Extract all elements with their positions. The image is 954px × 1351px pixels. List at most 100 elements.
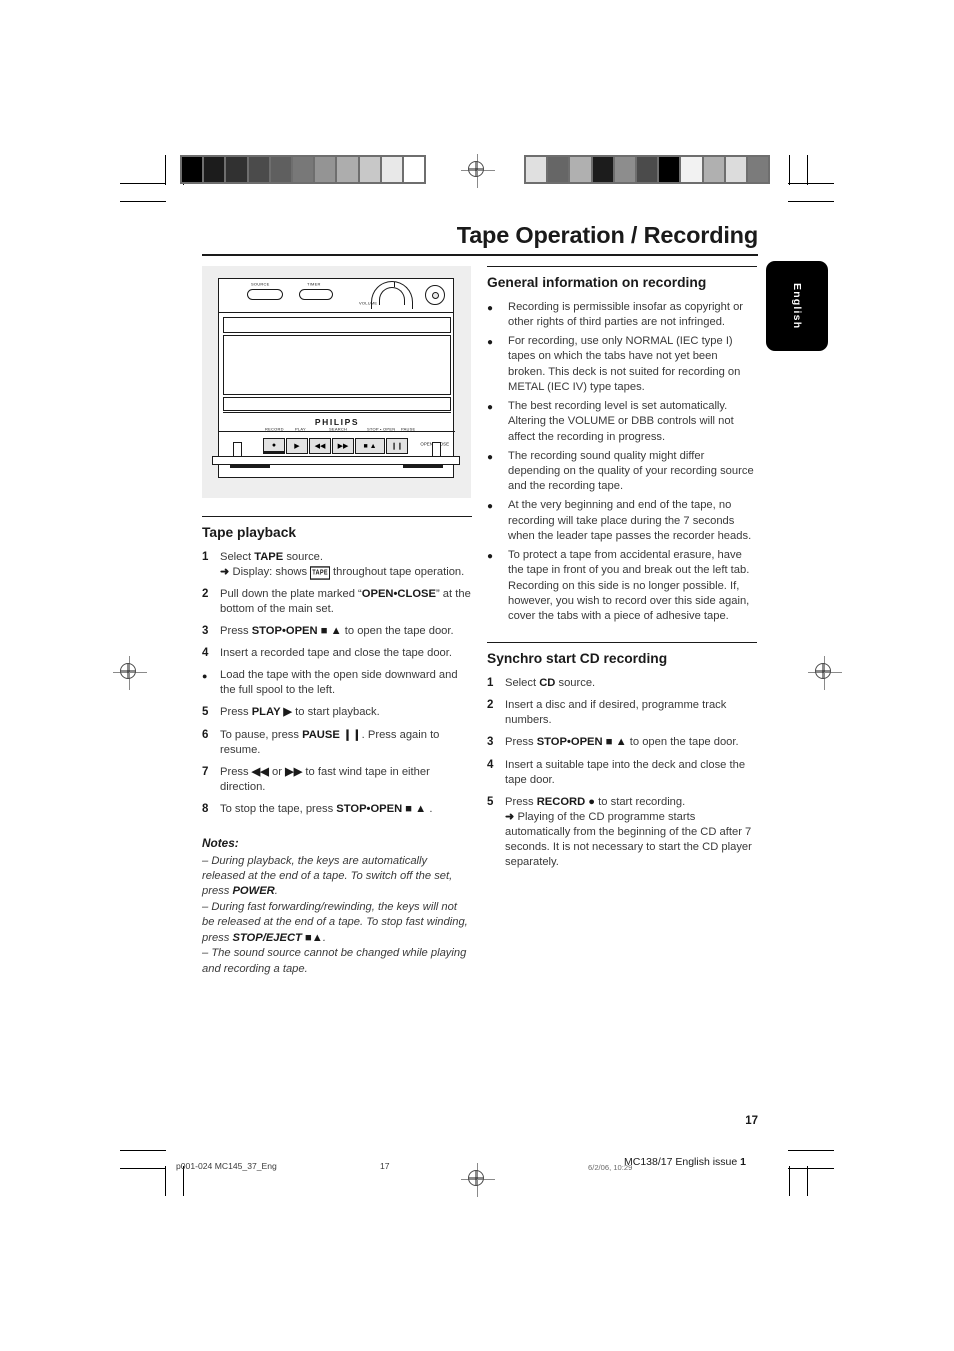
instruction-step: 5 Press PLAY ▶ to start playback.	[202, 705, 472, 720]
emphasis-text: POWER	[232, 885, 275, 898]
unit-brand-divider	[223, 412, 451, 413]
note-item: – The sound source cannot be changed whi…	[202, 947, 467, 975]
volume-knob-tick	[394, 282, 395, 287]
unit-foot-right	[403, 465, 443, 468]
step-number: 5	[487, 795, 494, 808]
control-label-search: SEARCH	[329, 426, 348, 432]
step-text: Press RECORD ● to start recording. ➜ Play…	[505, 795, 757, 870]
key-pause: ❙❙	[386, 438, 408, 454]
grayscale-swatch	[270, 157, 291, 182]
synchro-heading: Synchro start CD recording	[487, 651, 668, 667]
note-item: – During playback, the keys are automati…	[202, 854, 453, 898]
registration-mark-left	[113, 656, 147, 690]
footer-issue: MC138/17 English issue 1	[624, 1156, 746, 1168]
grayscale-swatch	[526, 157, 547, 182]
emphasis-text: STOP/EJECT	[232, 931, 302, 944]
emphasis-text: STOP•OPEN	[336, 802, 403, 815]
grayscale-swatch	[725, 157, 746, 182]
crop-mark-bottom-left-h2	[120, 1168, 166, 1169]
bullet-dot-icon: ●	[487, 551, 494, 563]
instruction-step: 3 Press STOP•OPEN ■ ▲ to open the tape do…	[202, 624, 472, 639]
grayscale-swatch	[182, 157, 203, 182]
crop-mark-top-right-v	[789, 155, 790, 185]
footer-issue-number: 1	[740, 1156, 746, 1168]
instruction-step: 2 Insert a disc and if desired, programme…	[487, 698, 757, 728]
display-chip-tape: TAPE	[310, 565, 330, 580]
instruction-step: 4 Insert a recorded tape and close the ta…	[202, 646, 472, 661]
control-glyph: ■ ▲	[317, 624, 345, 637]
volume-label: VOLUME	[359, 300, 378, 306]
grayscale-swatch	[337, 157, 358, 182]
grayscale-swatch	[659, 157, 680, 182]
hifi-unit-body: SOURCE TIMER VOLUME PHILIPS RECORD PLAY	[218, 278, 455, 478]
key-rewind: ◀◀	[309, 438, 331, 454]
step-text: Select TAPE source. ➜ Display: shows TAPE…	[220, 550, 472, 580]
grayscale-swatch	[226, 157, 247, 182]
grayscale-swatch	[592, 157, 613, 182]
grayscale-swatch	[292, 157, 314, 182]
step-number: 4	[202, 647, 209, 660]
control-glyph: ●	[585, 795, 596, 808]
emphasis-text: PLAY	[251, 706, 281, 719]
instruction-step: ● Load the tape with the open side downwa…	[202, 668, 472, 698]
general-info-heading: General information on recording	[487, 275, 707, 290]
crop-mark-bottom-left-v	[165, 1166, 166, 1196]
unit-panel-strip-a	[223, 397, 451, 411]
bullet-text: For recording, use only NORMAL (IEC type…	[508, 335, 741, 393]
key-play: ▶	[286, 438, 308, 454]
registration-mark-top	[461, 154, 495, 188]
control-glyph: ◀◀	[251, 765, 269, 778]
grayscale-swatch	[570, 157, 591, 182]
step-text: Load the tape with the open side downwar…	[220, 669, 458, 697]
grayscale-swatch	[548, 157, 569, 182]
control-label-stop-open: STOP • OPEN	[367, 426, 396, 432]
control-glyph: ▶▶	[285, 765, 303, 778]
page-title: Tape Operation / Recording	[456, 222, 758, 248]
grayscale-bar-right	[524, 155, 770, 184]
bullet-dot-icon: ●	[487, 501, 494, 513]
unit-cd-door-panel	[223, 335, 451, 395]
unit-top-panel: SOURCE TIMER VOLUME	[219, 279, 453, 313]
footer-page-number: 17	[380, 1161, 390, 1171]
step-number: 3	[487, 736, 494, 749]
control-glyph: ■ ▲	[402, 802, 427, 815]
bullet-dot-icon: ●	[487, 402, 494, 414]
bullet-item: ● To protect a tape from accidental erasu…	[487, 548, 757, 624]
step-text: Press ◀◀ or ▶▶ to fast wind tape in eith…	[220, 765, 430, 793]
step-bullet: ●	[202, 671, 208, 682]
timer-button	[299, 289, 333, 300]
bullet-item: ● At the very beginning and end of the ta…	[487, 498, 757, 544]
grayscale-swatch	[381, 157, 402, 182]
crop-mark-bottom-left-h	[120, 1150, 166, 1151]
note-item: – During fast forwarding/rewinding, the …	[202, 900, 468, 944]
bullet-text: The best recording level is set automati…	[508, 400, 734, 443]
instruction-step: 1 Select CD source.	[487, 676, 757, 691]
page-number: 17	[745, 1115, 758, 1127]
bullet-dot-icon: ●	[487, 451, 494, 463]
unit-display-window	[223, 317, 451, 333]
step-text: Insert a disc and if desired, programme …	[505, 699, 727, 727]
step-text: Press STOP•OPEN ■ ▲ to open the tape doo…	[220, 624, 454, 637]
grayscale-swatch	[359, 157, 380, 182]
bullet-item: ● The best recording level is set automat…	[487, 399, 757, 445]
control-label-play: PLAY	[295, 426, 306, 432]
arrow-right-icon: ➜	[505, 810, 518, 823]
source-button	[247, 289, 283, 300]
key-record: ●	[263, 438, 285, 454]
instruction-step: 8 To stop the tape, press STOP•OPEN ■ ▲ .	[202, 802, 472, 817]
crop-mark-bottom-right-h	[788, 1150, 834, 1151]
step-text: Insert a recorded tape and close the tap…	[220, 647, 452, 660]
step-result-line: ➜ Playing of the CD programme starts aut…	[505, 810, 752, 868]
key-stop-open: ■ ▲	[355, 438, 385, 454]
emphasis-text: OPEN•CLOSE	[361, 587, 436, 600]
step-number: 7	[202, 765, 209, 778]
bullet-dot-icon: ●	[487, 302, 494, 314]
control-glyph: ■▲	[301, 931, 323, 944]
crop-mark-top-right-h	[788, 183, 834, 184]
emphasis-text: STOP•OPEN	[536, 736, 603, 749]
grayscale-swatch	[703, 157, 724, 182]
step-text: Select CD source.	[505, 677, 596, 689]
timer-label: TIMER	[307, 281, 321, 287]
step-text: Press PLAY ▶ to start playback.	[220, 706, 380, 719]
notes-list: – During playback, the keys are automati…	[202, 854, 472, 978]
